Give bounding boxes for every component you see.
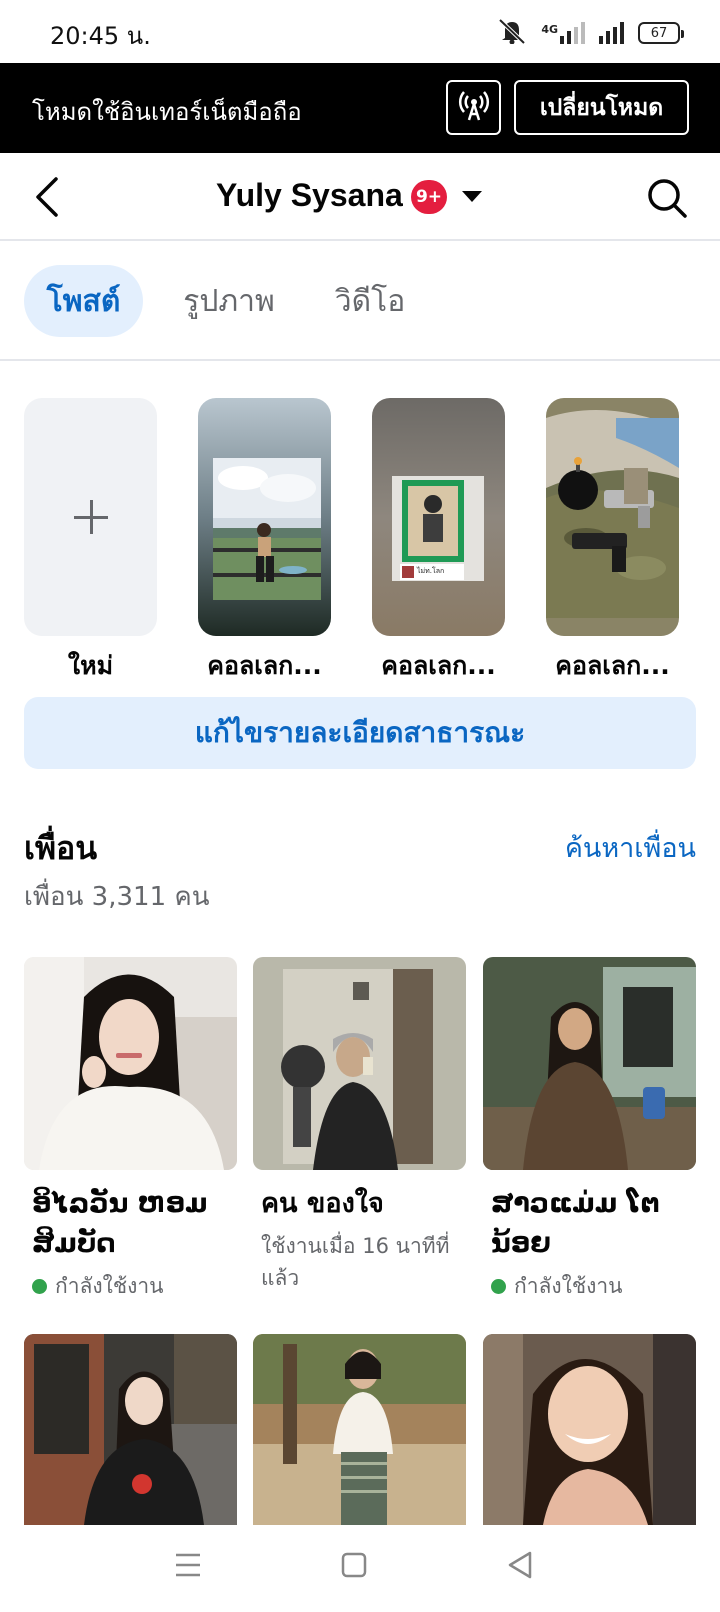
- content-tabs: โพสต์ รูปภาพ วิดีโอ: [0, 243, 720, 361]
- friend-status: กำลังใช้งาน: [483, 1270, 696, 1302]
- friend-card[interactable]: ອິໄລວັນ ຫອມ ສິມບັດ กำลังใช้งาน: [24, 957, 237, 1302]
- friend-photo-image: [483, 957, 696, 1170]
- friend-card[interactable]: คน ของใจ ใช้งานเมื่อ 16 นาทีที่แล้ว: [253, 957, 466, 1294]
- status-bar: 20:45 น. 4G 67: [0, 0, 720, 63]
- battery-icon: 67: [638, 22, 684, 44]
- friend-photo[interactable]: [253, 1334, 466, 1525]
- status-icons: 4G 67: [497, 18, 684, 48]
- friend-photo-image: [253, 957, 466, 1170]
- edit-public-details-button[interactable]: แก้ไขรายละเอียดสาธารณะ: [24, 697, 696, 769]
- collection-cover-image: [546, 398, 679, 636]
- friend-photo-image: [483, 1334, 696, 1525]
- recent-apps-button[interactable]: [174, 1545, 214, 1585]
- tab-videos[interactable]: วิดีโอ: [322, 265, 418, 337]
- search-button[interactable]: [646, 177, 688, 219]
- friend-photo-image: [253, 1334, 466, 1525]
- collection-cover-image: ไม่ท.โลก: [372, 398, 505, 636]
- back-arrow-icon: [30, 177, 70, 223]
- friend-card[interactable]: [24, 1334, 237, 1525]
- friend-photo[interactable]: [24, 957, 237, 1170]
- friend-card[interactable]: [253, 1334, 466, 1525]
- friend-status: ใช้งานเมื่อ 16 นาทีที่แล้ว: [253, 1230, 466, 1294]
- plus-icon: [73, 500, 108, 534]
- collection-label: คอลเลก...: [207, 651, 322, 680]
- search-icon: [646, 179, 688, 223]
- collection-label: ใหม่: [67, 651, 114, 680]
- friends-section-title: เพื่อน: [24, 829, 98, 867]
- friend-name[interactable]: ສາວແມ່ມ ໂຕ ນ້ອຍ: [483, 1184, 696, 1264]
- notification-badge[interactable]: 9+: [411, 180, 447, 214]
- battery-level: 67: [650, 25, 668, 41]
- tab-photos[interactable]: รูปภาพ: [170, 265, 288, 337]
- find-friends-link[interactable]: ค้นหาเพื่อน: [565, 826, 696, 869]
- featured-collections: ใหม่ คอลเลก... ไม่ท.โลก คอลเลก... คอลเลก…: [0, 398, 720, 688]
- profile-header: Yuly Sysana 9+: [0, 153, 720, 241]
- friend-photo[interactable]: [24, 1334, 237, 1525]
- collection-cover-image: [198, 398, 331, 636]
- tab-posts[interactable]: โพสต์: [24, 265, 143, 337]
- friend-status-text: กำลังใช้งาน: [514, 1274, 623, 1298]
- chevron-down-icon[interactable]: [462, 191, 482, 202]
- friend-count: เพื่อน 3,311 คน: [24, 882, 210, 912]
- broadcast-icon: [458, 90, 490, 126]
- collection-cover[interactable]: [546, 398, 679, 636]
- new-collection-card[interactable]: [24, 398, 157, 636]
- signal-4g-icon: 4G: [541, 22, 585, 44]
- friend-photo[interactable]: [483, 957, 696, 1170]
- system-navigation-bar: [0, 1525, 720, 1612]
- collection-item[interactable]: คอลเลก...: [198, 398, 331, 686]
- banner-text: โหมดใช้อินเทอร์เน็ตมือถือ: [32, 98, 302, 126]
- profile-name-title[interactable]: Yuly Sysana: [216, 177, 403, 214]
- broadcast-button[interactable]: [446, 80, 501, 135]
- back-triangle-icon: [506, 1551, 534, 1589]
- menu-icon: [174, 1553, 202, 1589]
- friend-photo-image: [24, 1334, 237, 1525]
- friend-card[interactable]: ສາວແມ່ມ ໂຕ ນ້ອຍ กำลังใช้งาน: [483, 957, 696, 1302]
- network-type: 4G: [541, 23, 558, 36]
- online-indicator: [491, 1278, 506, 1294]
- friend-status: กำลังใช้งาน: [24, 1270, 237, 1302]
- back-button[interactable]: [30, 175, 70, 219]
- status-time: 20:45 น.: [50, 22, 151, 50]
- friend-name[interactable]: คน ของใจ: [253, 1184, 466, 1224]
- collection-label: คอลเลก...: [381, 651, 496, 680]
- collection-cover[interactable]: [198, 398, 331, 636]
- friend-name[interactable]: ອິໄລວັນ ຫອມ ສິມບັດ: [24, 1184, 237, 1264]
- system-back-button[interactable]: [506, 1545, 546, 1585]
- mobile-data-banner: โหมดใช้อินเทอร์เน็ตมือถือ เปลี่ยนโหมด: [0, 63, 720, 153]
- online-indicator: [32, 1278, 47, 1294]
- friend-status-text: ใช้งานเมื่อ 16 นาทีที่แล้ว: [261, 1234, 450, 1290]
- friend-photo[interactable]: [483, 1334, 696, 1525]
- collection-item[interactable]: คอลเลก...: [546, 398, 679, 686]
- collection-label: คอลเลก...: [555, 651, 670, 680]
- mute-icon: [497, 18, 527, 48]
- collection-cover[interactable]: ไม่ท.โลก: [372, 398, 505, 636]
- collection-photo-caption: ไม่ท.โลก: [416, 566, 444, 575]
- home-square-icon: [340, 1552, 368, 1589]
- friend-card[interactable]: [483, 1334, 696, 1525]
- friend-photo[interactable]: [253, 957, 466, 1170]
- friend-photo-image: [24, 957, 237, 1170]
- friend-status-text: กำลังใช้งาน: [55, 1274, 164, 1298]
- switch-mode-button[interactable]: เปลี่ยนโหมด: [514, 80, 689, 135]
- home-button[interactable]: [340, 1545, 380, 1585]
- collection-new[interactable]: ใหม่: [24, 398, 157, 686]
- collection-item[interactable]: ไม่ท.โลก คอลเลก...: [372, 398, 505, 686]
- signal-icon: [599, 22, 624, 44]
